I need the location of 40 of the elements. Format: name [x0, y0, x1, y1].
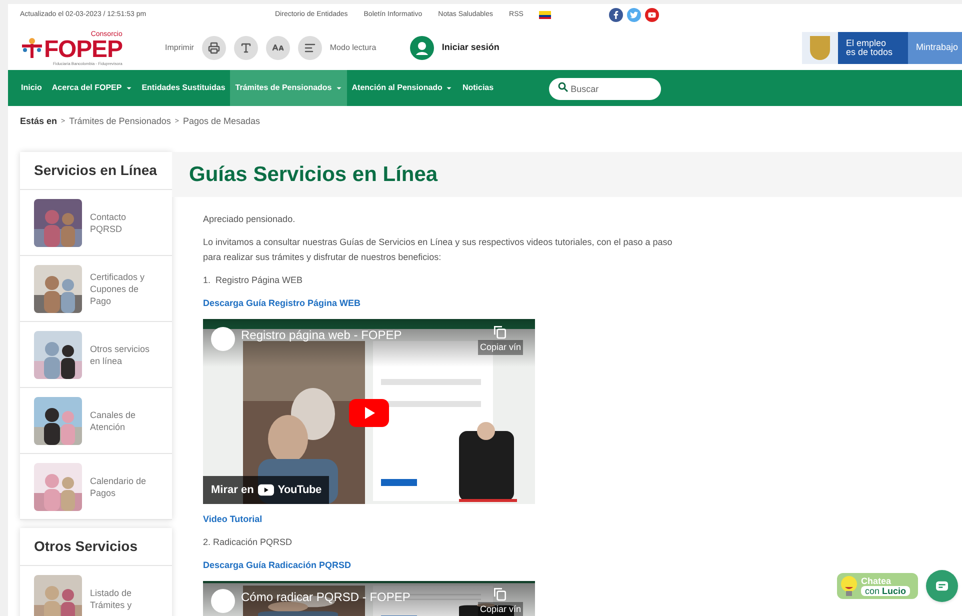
- chat-promo-badge[interactable]: Chatea con Lucio: [836, 573, 918, 599]
- login-button[interactable]: Iniciar sesión: [410, 36, 500, 60]
- body-text: 1. Registro Página WEB: [203, 274, 304, 287]
- sidebar-heading: Otros Servicios: [34, 537, 138, 556]
- video-title[interactable]: Registro página web - FOPEP: [241, 328, 402, 343]
- sidebar-item[interactable]: Calendario de Pagos: [20, 454, 172, 520]
- breadcrumb-lead: Estás en: [20, 115, 58, 128]
- breadcrumb-link[interactable]: Pagos de Mesadas: [182, 115, 260, 129]
- video-player[interactable]: Registro página web - FOPEP Copiar vín Mirar en YouTube: [203, 319, 535, 504]
- nav-item[interactable]: Atención al Pensionado: [346, 70, 458, 106]
- nav-item[interactable]: Acerca del FOPEP: [46, 70, 137, 106]
- download-link[interactable]: Video Tutorial: [203, 512, 262, 527]
- chat-promo-line: Chatea: [860, 576, 892, 586]
- nav-item[interactable]: Trámites de Pensionados: [230, 70, 347, 106]
- nav-item[interactable]: Inicio: [16, 70, 47, 106]
- video-title[interactable]: Cómo radicar PQRSD - FOPEP: [241, 590, 410, 605]
- ministry-label[interactable]: Mintrabajo: [908, 32, 962, 64]
- body-text: 2. Radicación PQRSD: [203, 536, 294, 549]
- sidebar-heading: Servicios en Línea: [34, 161, 157, 180]
- download-link[interactable]: Descarga Guía Radicación PQRSD: [203, 558, 352, 573]
- body-text: Apreciado pensionado.: [203, 213, 296, 226]
- download-link[interactable]: Descarga Guía Registro Página WEB: [203, 296, 361, 311]
- search-field[interactable]: Buscar: [548, 78, 661, 100]
- copy-link-label[interactable]: Copiar vín: [478, 340, 523, 355]
- page-title: Guías Servicios en Línea: [189, 162, 438, 188]
- print-label: Imprimir: [165, 42, 194, 54]
- chat-promo-line: con Lucio: [860, 586, 910, 596]
- watch-on-youtube-button[interactable]: Mirar en YouTube: [203, 476, 330, 504]
- nav-item[interactable]: Entidades Sustituidas: [136, 70, 230, 106]
- sidebar-item[interactable]: Certificados y Cupones de Pago: [20, 256, 172, 322]
- sidebar-item[interactable]: Canales de Atención: [20, 388, 172, 454]
- nav-item[interactable]: Noticias: [457, 70, 499, 106]
- body-text: Lo invitamos a consultar nuestras Guías de Servicios en Línea y sus respectivos videos tutoriales, con el paso a paso para realizar sus trámites y disfrutar de nuestros beneficios:: [203, 236, 674, 264]
- sidebar-item[interactable]: Listado de Trámites y: [20, 566, 172, 616]
- slogan-badge: El empleo es de todos: [838, 32, 908, 64]
- sidebar-item[interactable]: Otros servicios en línea: [20, 322, 172, 388]
- reading-mode-label: Modo lectura: [330, 42, 378, 54]
- sidebar-item[interactable]: Contacto PQRSD: [20, 190, 172, 256]
- logo-wordmark[interactable]: FOPEP: [44, 38, 122, 62]
- breadcrumb-link[interactable]: Trámites de Pensionados: [69, 115, 171, 129]
